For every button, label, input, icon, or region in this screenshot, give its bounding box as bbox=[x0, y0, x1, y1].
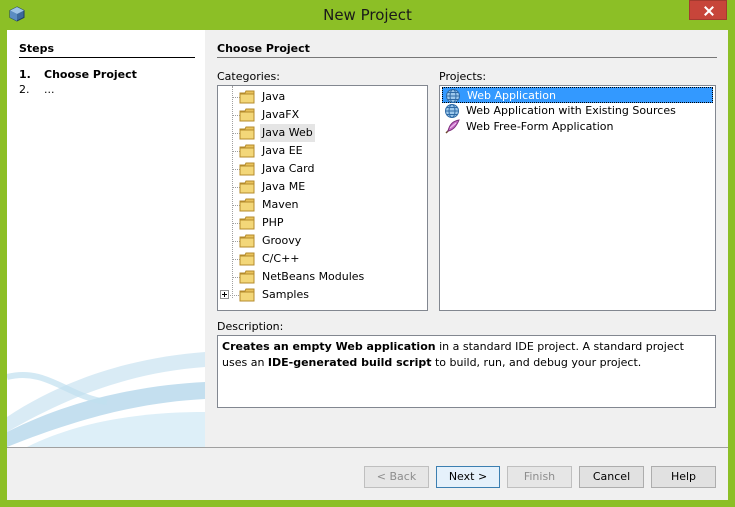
help-button[interactable]: Help bbox=[651, 466, 716, 488]
tree-connector bbox=[230, 295, 239, 296]
feather-icon bbox=[445, 119, 460, 134]
next-button[interactable]: Next > bbox=[436, 466, 500, 488]
description-label: Description: bbox=[217, 320, 284, 333]
steps-pane: Steps 1. Choose Project 2.... bbox=[7, 30, 205, 447]
category-label: Java Card bbox=[262, 162, 315, 175]
globe-icon bbox=[446, 89, 460, 103]
category-label: Maven bbox=[262, 198, 299, 211]
window-title: New Project bbox=[323, 6, 412, 24]
category-label: Samples bbox=[262, 288, 309, 301]
category-label: Groovy bbox=[262, 234, 302, 247]
projects-label: Projects: bbox=[439, 70, 487, 83]
folder-icon bbox=[239, 198, 255, 212]
expand-plus-icon[interactable] bbox=[220, 290, 229, 299]
button-bar-divider bbox=[7, 447, 728, 448]
wizard-client: Steps 1. Choose Project 2.... Choose Proj… bbox=[7, 30, 728, 500]
folder-icon bbox=[239, 126, 255, 140]
project-label: Web Application bbox=[467, 89, 556, 102]
step-number: 1. bbox=[19, 68, 31, 81]
folder-icon bbox=[239, 162, 255, 176]
step-item-2: 2.... bbox=[19, 83, 55, 96]
project-label: Web Free-Form Application bbox=[466, 120, 614, 133]
finish-button[interactable]: Finish bbox=[507, 466, 572, 488]
categories-tree[interactable]: Java JavaFX Java Web Java EE Java Card J… bbox=[217, 85, 428, 311]
category-label: Java ME bbox=[262, 180, 306, 193]
step-label: ... bbox=[44, 83, 55, 96]
description-text-2: to build, run, and debug your project. bbox=[431, 356, 642, 369]
folder-icon bbox=[239, 180, 255, 194]
steps-header: Steps bbox=[19, 42, 55, 55]
folder-icon bbox=[239, 252, 255, 266]
step-number: 2. bbox=[19, 83, 30, 96]
page-title: Choose Project bbox=[217, 42, 310, 55]
category-label: C/C++ bbox=[262, 252, 300, 265]
category-label: Java Web bbox=[260, 124, 315, 142]
project-item[interactable]: Web Application with Existing Sources bbox=[442, 103, 713, 119]
folder-icon bbox=[239, 270, 255, 284]
back-button[interactable]: < Back bbox=[364, 466, 429, 488]
description-box: Creates an empty Web application in a st… bbox=[217, 335, 716, 408]
category-label: Java bbox=[262, 90, 286, 103]
header-divider bbox=[217, 57, 717, 58]
step-item-1: 1. Choose Project bbox=[19, 68, 137, 81]
description-bold-1: Creates an empty Web application bbox=[222, 340, 436, 353]
category-label: Java EE bbox=[262, 144, 303, 157]
category-label: JavaFX bbox=[262, 108, 300, 121]
folder-icon bbox=[239, 234, 255, 248]
title-bar: New Project bbox=[0, 0, 735, 30]
folder-icon bbox=[239, 216, 255, 230]
steps-divider bbox=[19, 57, 195, 58]
categories-label: Categories: bbox=[217, 70, 280, 83]
project-label: Web Application with Existing Sources bbox=[466, 104, 676, 117]
description-bold-2: IDE-generated build script bbox=[267, 356, 432, 369]
category-label: NetBeans Modules bbox=[262, 270, 365, 283]
globe-icon bbox=[445, 104, 459, 118]
close-button[interactable] bbox=[689, 0, 727, 20]
folder-icon bbox=[239, 108, 255, 122]
folder-icon bbox=[239, 288, 255, 302]
category-label: PHP bbox=[262, 216, 284, 229]
tree-guide-line bbox=[232, 86, 233, 298]
projects-list[interactable]: Web Application Web Application with Exi… bbox=[439, 85, 716, 311]
project-item-selected[interactable]: Web Application bbox=[442, 87, 713, 103]
decorative-swoosh-graphic bbox=[7, 352, 205, 447]
project-item[interactable]: Web Free-Form Application bbox=[442, 119, 713, 135]
folder-icon bbox=[239, 90, 255, 104]
step-label: Choose Project bbox=[44, 68, 137, 81]
cancel-button[interactable]: Cancel bbox=[579, 466, 644, 488]
folder-icon bbox=[239, 144, 255, 158]
